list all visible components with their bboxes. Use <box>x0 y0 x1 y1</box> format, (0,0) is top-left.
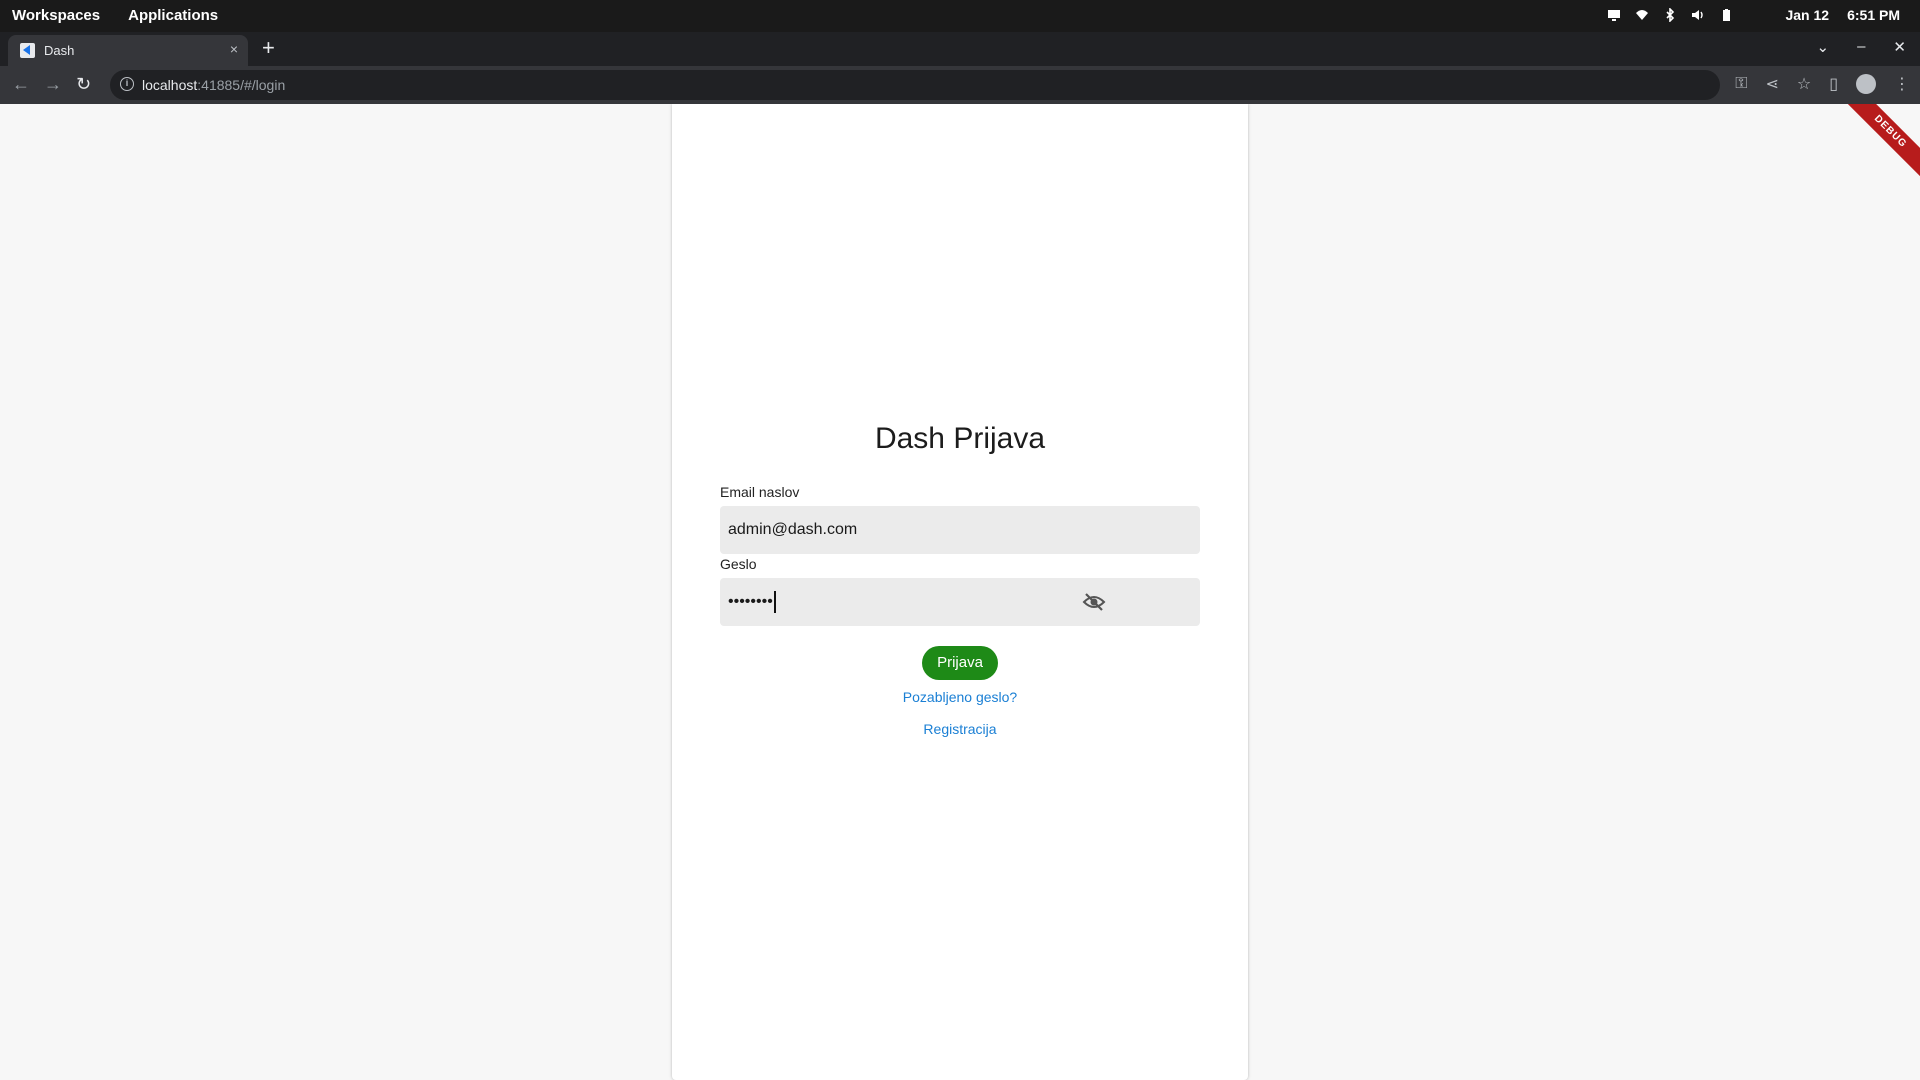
visibility-off-icon[interactable] <box>1082 592 1106 612</box>
password-field[interactable]: •••••••• <box>720 578 1200 626</box>
tab-dash[interactable]: Dash × <box>8 35 248 66</box>
site-info-icon[interactable]: i <box>120 77 134 91</box>
browser-tab-bar: Dash × + ⌄ – ✕ <box>0 32 1920 66</box>
password-label: Geslo <box>720 556 757 572</box>
email-field[interactable]: admin@dash.com <box>720 506 1200 554</box>
bluetooth-icon[interactable] <box>1663 8 1677 22</box>
url-input[interactable]: i localhost:41885/#/login <box>110 70 1720 100</box>
share-icon[interactable]: ⋖ <box>1765 74 1778 94</box>
tab-title: Dash <box>44 43 75 58</box>
applications-menu[interactable]: Applications <box>128 7 218 24</box>
password-value: •••••••• <box>728 593 773 611</box>
wifi-icon[interactable] <box>1635 8 1649 22</box>
close-window-icon[interactable]: ✕ <box>1893 38 1906 56</box>
back-arrow-icon[interactable]: ← <box>12 74 30 95</box>
side-panel-icon[interactable]: ▯ <box>1829 74 1838 94</box>
register-link[interactable]: Registracija <box>672 721 1248 737</box>
tab-search-chevron-icon[interactable]: ⌄ <box>1817 38 1830 56</box>
forward-arrow-icon[interactable]: → <box>44 74 62 95</box>
tab-close-icon[interactable]: × <box>230 41 238 57</box>
email-value: admin@dash.com <box>728 521 858 538</box>
page-title: Dash Prijava <box>874 422 1046 455</box>
forgot-password-link[interactable]: Pozabljeno geslo? <box>672 689 1248 705</box>
email-label: Email naslov <box>720 484 800 500</box>
flutter-favicon-icon <box>20 43 35 58</box>
new-tab-button[interactable]: + <box>262 37 275 59</box>
os-top-bar: Workspaces Applications Jan 12 6:51 PM <box>0 0 1920 32</box>
battery-icon[interactable] <box>1719 8 1733 22</box>
profile-avatar-icon[interactable] <box>1856 74 1876 94</box>
key-icon[interactable]: ⚿ <box>1735 75 1747 93</box>
workspaces-menu[interactable]: Workspaces <box>12 7 100 24</box>
url-path: :41885/#/login <box>197 77 286 93</box>
reload-icon[interactable]: ↻ <box>76 74 91 95</box>
text-caret <box>773 591 776 613</box>
display-icon[interactable] <box>1607 8 1621 22</box>
address-bar: ← → ↻ i localhost:41885/#/login ⚿ ⋖ ☆ ▯ … <box>0 66 1920 104</box>
login-card: Dash Prijava Email naslov admin@dash.com… <box>672 104 1248 1080</box>
minimize-icon[interactable]: – <box>1857 38 1865 56</box>
menu-kebab-icon[interactable]: ⋮ <box>1894 74 1910 94</box>
page-viewport: Dash Prijava Email naslov admin@dash.com… <box>0 104 1920 1080</box>
url-host: localhost <box>142 77 198 93</box>
volume-icon[interactable] <box>1691 8 1705 22</box>
debug-banner: DEBUG <box>1833 104 1920 189</box>
bookmark-star-icon[interactable]: ☆ <box>1797 74 1811 94</box>
login-button[interactable]: Prijava <box>922 646 998 680</box>
time-label[interactable]: 6:51 PM <box>1847 7 1900 23</box>
date-label[interactable]: Jan 12 <box>1785 7 1829 23</box>
